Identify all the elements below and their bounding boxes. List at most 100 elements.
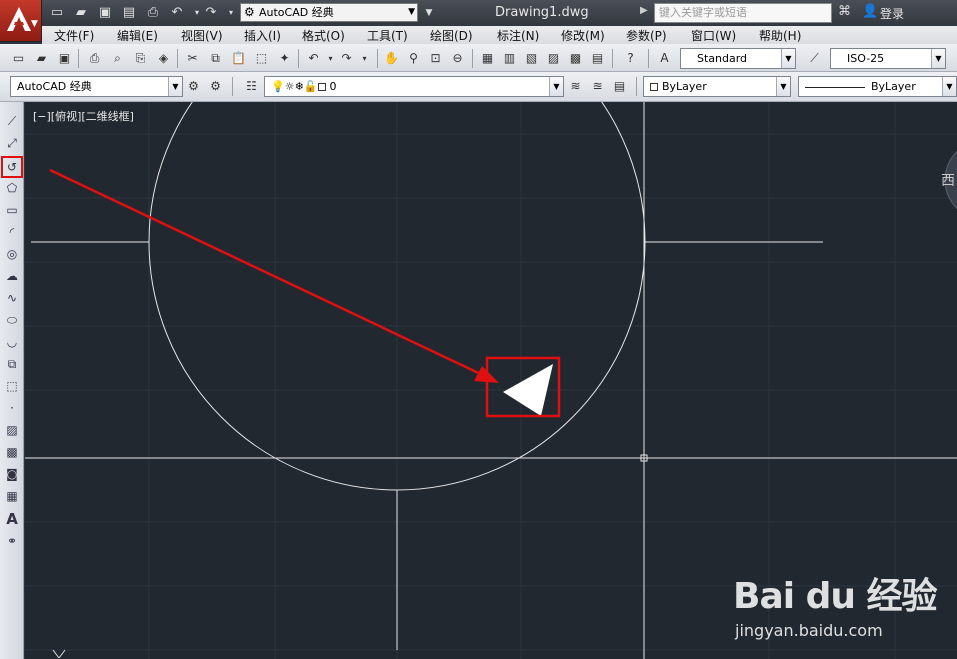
menu-file[interactable]: 文件(F) [54,27,94,44]
workspace-switch-dropdown[interactable]: ⚙ AutoCAD 经典 ▼ [240,3,418,22]
menu-window[interactable]: 窗口(W) [691,27,736,44]
color-value: ByLayer [662,80,707,93]
undo-icon[interactable]: ↶ [305,50,322,67]
undo-icon[interactable]: ↶ [168,4,186,22]
circle-tool-icon[interactable]: ◎ [3,245,21,263]
workspace-settings-gear-icon[interactable]: ⚙ [185,78,202,95]
menu-help[interactable]: 帮助(H) [759,27,801,44]
paste-icon[interactable]: 📋 [230,50,247,67]
menu-format[interactable]: 格式(O) [302,27,345,44]
menu-insert[interactable]: 插入(I) [244,27,281,44]
viewport-controls-label[interactable]: [−][俯视][二维线框] [33,108,134,124]
polygon-tool-icon[interactable]: ⬠ [3,179,21,197]
text-style-dropdown[interactable]: Standard ▼ [680,48,796,69]
menu-dimension[interactable]: 标注(N) [497,27,539,44]
undo-dropdown-icon[interactable]: ▾ [322,50,339,67]
save-icon[interactable]: ▣ [96,4,114,22]
point-tool-icon[interactable]: · [3,399,21,417]
arc-tool-icon[interactable]: ◜ [3,223,21,241]
dimension-style-icon[interactable]: ⟋ [806,50,823,67]
plot-preview-icon[interactable]: ⌕ [109,50,126,67]
binoculars-icon[interactable]: ⌘ [838,4,851,19]
menu-view[interactable]: 视图(V) [181,27,223,44]
redo-icon[interactable]: ↷ [338,50,355,67]
open-file-icon[interactable]: ▰ [72,4,90,22]
help-icon[interactable]: ? [622,50,639,67]
make-current-layer-icon[interactable]: ≋ [567,78,584,95]
save-as-icon[interactable]: ▤ [120,4,138,22]
calculator-icon[interactable]: ▤ [589,50,606,67]
text-style-icon[interactable]: A [656,50,673,67]
drawing-canvas[interactable]: [−][俯视][二维线框] 西 Bai du 经验 jingyan.baidu.… [25,102,957,659]
revision-cloud-icon[interactable]: ☁ [3,267,21,285]
open-icon[interactable]: ▰ [33,50,50,67]
arrowhead-triangle[interactable] [503,364,553,416]
linetype-dropdown[interactable]: ByLayer ▼ [798,76,957,97]
viewcube-west-label[interactable]: 西 [941,170,955,190]
new-file-icon[interactable]: ▭ [48,4,66,22]
workspace-dropdown[interactable]: AutoCAD 经典 ▼ [10,76,183,97]
zoom-window-icon[interactable]: ⊡ [427,50,444,67]
markup-icon[interactable]: ▩ [567,50,584,67]
design-center-icon[interactable]: ▥ [501,50,518,67]
menu-draw[interactable]: 绘图(D) [430,27,473,44]
new-icon[interactable]: ▭ [10,50,27,67]
menu-tools[interactable]: 工具(T) [367,27,408,44]
ellipse-tool-icon[interactable]: ⬭ [3,311,21,329]
color-dropdown[interactable]: ByLayer ▼ [643,76,791,97]
redo-icon[interactable]: ↷ [202,4,220,22]
layer-state-icon[interactable]: ▤ [611,78,628,95]
pan-icon[interactable]: ✋ [383,50,400,67]
region-tool-icon[interactable]: ◙ [3,465,21,483]
zoom-realtime-icon[interactable]: ⚲ [405,50,422,67]
dimension-style-dropdown[interactable]: ISO-25 ▼ [830,48,946,69]
workspace-value: AutoCAD 经典 [17,80,92,93]
menu-parametric[interactable]: 参数(P) [626,27,667,44]
cut-icon[interactable]: ✂ [184,50,201,67]
hatch-tool-icon[interactable]: ▨ [3,421,21,439]
match-properties-icon[interactable]: ⬚ [253,50,270,67]
layer-dropdown[interactable]: 💡☼❄🔓 0 ▼ [264,76,564,97]
print-icon[interactable]: ⎙ [144,4,162,22]
polyline-tool-icon[interactable]: ↺ [1,156,23,178]
plot-icon[interactable]: ⎙ [86,50,103,67]
make-block-icon[interactable]: ⬚ [3,377,21,395]
application-menu-button[interactable]: ▼ [0,0,42,42]
login-link[interactable]: 登录 [880,5,904,22]
publish-icon[interactable]: ⎘ [132,50,149,67]
quick-access-customize-icon[interactable]: ▼ [420,4,438,22]
properties-icon[interactable]: ▦ [479,50,496,67]
annotation-arrow-line [49,168,490,380]
ellipse-arc-icon[interactable]: ◡ [3,333,21,351]
add-selected-icon[interactable]: ⚭ [3,532,21,550]
tool-palettes-icon[interactable]: ▧ [523,50,540,67]
search-input[interactable]: 键入关键字或短语 [654,3,832,23]
3d-print-icon[interactable]: ◈ [155,50,172,67]
block-editor-icon[interactable]: ✦ [276,50,293,67]
construction-line-icon[interactable]: ⤢ [3,134,21,152]
multiline-text-icon[interactable]: A [3,510,21,528]
spline-tool-icon[interactable]: ∿ [3,289,21,307]
redo-dropdown-icon[interactable]: ▾ [222,4,240,22]
sheet-set-icon[interactable]: ▨ [545,50,562,67]
copy-icon[interactable]: ⧉ [207,50,224,67]
redo-dropdown-icon[interactable]: ▾ [356,50,373,67]
menu-edit[interactable]: 编辑(E) [117,27,158,44]
rectangle-tool-icon[interactable]: ▭ [3,201,21,219]
layer-properties-icon[interactable]: ☷ [243,78,260,95]
gradient-tool-icon[interactable]: ▩ [3,443,21,461]
user-icon[interactable]: 👤 [862,4,878,19]
table-tool-icon[interactable]: ▦ [3,487,21,505]
menu-modify[interactable]: 修改(M) [561,27,605,44]
workspace-label: AutoCAD 经典 [259,6,334,19]
workspace-settings-icon[interactable]: ⚙ [207,78,224,95]
app-menu-dropdown-icon[interactable]: ▼ [31,19,38,29]
line-tool-icon[interactable]: ⟋ [3,112,21,130]
layer-previous-icon[interactable]: ≊ [589,78,606,95]
watermark-url: jingyan.baidu.com [735,621,883,640]
zoom-previous-icon[interactable]: ⊖ [449,50,466,67]
insert-block-icon[interactable]: ⧉ [3,355,21,373]
save-icon[interactable]: ▣ [56,50,73,67]
info-center-arrow-icon[interactable]: ▶ [640,5,648,16]
separator [472,49,473,68]
